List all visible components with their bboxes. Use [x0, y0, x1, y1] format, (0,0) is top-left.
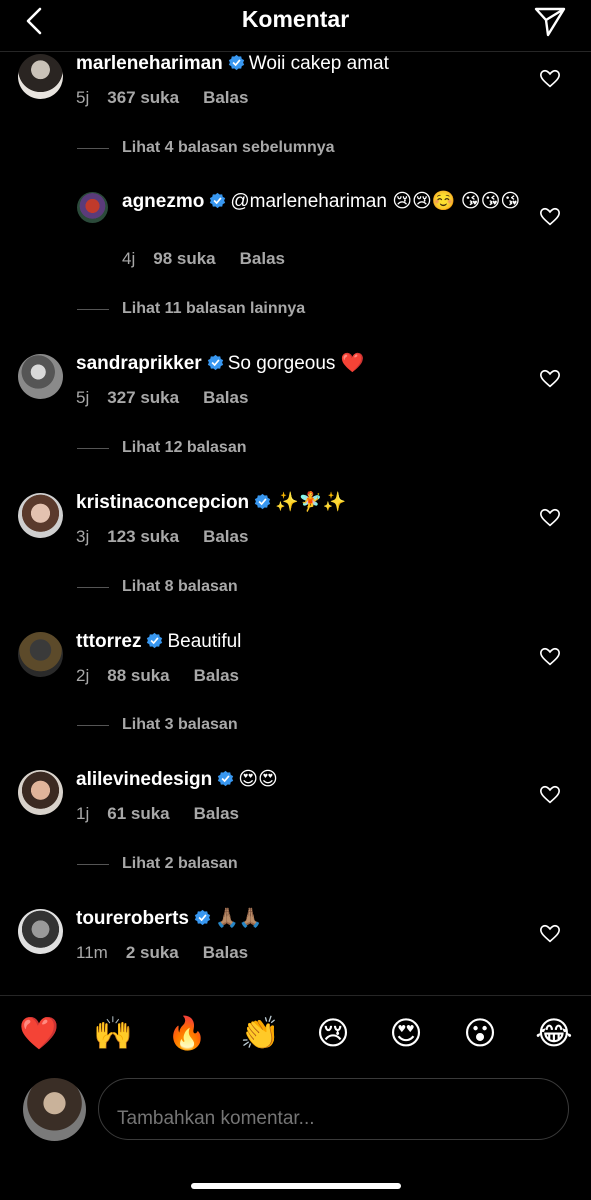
divider-line [77, 447, 109, 449]
username[interactable]: marlenehariman [76, 53, 223, 74]
current-user-avatar [23, 1078, 86, 1141]
comment-text: 🙏🏽🙏🏽 [214, 908, 263, 929]
like-count[interactable]: 88 suka [107, 666, 169, 685]
laughing-emoji-button[interactable]: 😂 [535, 1014, 573, 1052]
username[interactable]: tttorrez [76, 631, 141, 652]
like-heart-icon[interactable] [539, 507, 561, 529]
like-count[interactable]: 327 suka [107, 388, 179, 407]
comment-text: @marlenehariman 😢😢☺️ 😘😘😘 [230, 191, 521, 212]
comment-time: 5j [76, 388, 90, 407]
like-count[interactable]: 123 suka [107, 527, 179, 546]
reply-button[interactable]: Balas [203, 943, 248, 962]
like-count[interactable]: 61 suka [107, 804, 169, 823]
verified-badge-icon [255, 493, 271, 510]
page-title: Komentar [241, 6, 350, 32]
view-replies-button[interactable]: Lihat 8 balasan [77, 578, 238, 596]
avatar[interactable] [77, 192, 108, 223]
crying-emoji-button[interactable]: 😢 [314, 1014, 352, 1052]
like-count[interactable]: 2 suka [126, 943, 179, 962]
verified-badge-icon [207, 354, 223, 371]
username[interactable]: kristinaconcepcion [76, 492, 249, 513]
view-replies-button[interactable]: Lihat 11 balasan lainnya [77, 300, 305, 318]
avatar[interactable] [18, 54, 63, 99]
reply-button[interactable]: Balas [203, 88, 248, 107]
comment-text: Woii cakep amat [248, 53, 389, 74]
view-replies-button[interactable]: Lihat 12 balasan [77, 439, 247, 457]
verified-badge-icon [210, 192, 226, 209]
avatar[interactable] [18, 909, 63, 954]
username[interactable]: agnezmo [122, 191, 204, 212]
reply-button[interactable]: Balas [194, 804, 239, 823]
verified-badge-icon [228, 54, 244, 71]
comment-text: 😍😍 [238, 769, 278, 790]
like-heart-icon[interactable] [539, 646, 561, 668]
comment-time: 4j [122, 249, 136, 268]
like-heart-icon[interactable] [539, 923, 561, 945]
avatar[interactable] [18, 632, 63, 677]
divider-line [77, 147, 109, 149]
avatar[interactable] [18, 354, 63, 399]
reply-button[interactable]: Balas [203, 388, 248, 407]
comment-time: 3j [76, 527, 90, 546]
divider-line [77, 724, 109, 726]
reply-button[interactable]: Balas [203, 527, 248, 546]
send-icon[interactable] [533, 4, 567, 38]
comment-time: 5j [76, 88, 90, 107]
comment-text: Beautiful [167, 631, 242, 652]
like-heart-icon[interactable] [539, 68, 561, 90]
comment-time: 2j [76, 666, 90, 685]
like-count[interactable]: 367 suka [107, 88, 179, 107]
username[interactable]: toureroberts [76, 908, 189, 929]
view-replies-button[interactable]: Lihat 2 balasan [77, 855, 238, 873]
home-indicator [191, 1183, 401, 1189]
clapping-emoji-button[interactable]: 👏 [240, 1014, 280, 1052]
divider-line [77, 863, 109, 865]
username[interactable]: sandraprikker [76, 353, 202, 374]
raised-hands-emoji-button[interactable]: 🙌 [93, 1014, 133, 1052]
comment-text: ✨🧚✨ [275, 492, 347, 513]
comment-text: So gorgeous ❤️ [227, 353, 365, 374]
divider-line [77, 308, 109, 310]
reply-button[interactable]: Balas [240, 249, 285, 268]
fire-emoji-button[interactable]: 🔥 [167, 1014, 207, 1052]
avatar[interactable] [18, 493, 63, 538]
like-heart-icon[interactable] [539, 368, 561, 390]
like-count[interactable]: 98 suka [153, 249, 215, 268]
like-heart-icon[interactable] [539, 206, 561, 228]
verified-badge-icon [218, 770, 234, 787]
username[interactable]: alilevinedesign [76, 769, 212, 790]
heart-emoji-button[interactable]: ❤️ [19, 1014, 59, 1052]
verified-badge-icon [147, 632, 163, 649]
heart-eyes-emoji-button[interactable]: 😍 [387, 1014, 425, 1052]
avatar[interactable] [18, 770, 63, 815]
view-replies-button[interactable]: Lihat 4 balasan sebelumnya [77, 139, 335, 157]
top-bar: Komentar [0, 0, 591, 52]
emoji-quick-bar: ❤️ 🙌 🔥 👏 😢 😍 😮 😂 [0, 995, 591, 1069]
like-heart-icon[interactable] [539, 784, 561, 806]
verified-badge-icon [194, 909, 211, 926]
comment-input[interactable] [98, 1078, 569, 1140]
comment-time: 1j [76, 804, 90, 823]
divider-line [77, 586, 109, 588]
view-replies-button[interactable]: Lihat 3 balasan [77, 716, 238, 734]
surprised-emoji-button[interactable]: 😮 [461, 1014, 499, 1052]
reply-button[interactable]: Balas [194, 666, 239, 685]
comment-time: 11m [76, 943, 108, 962]
